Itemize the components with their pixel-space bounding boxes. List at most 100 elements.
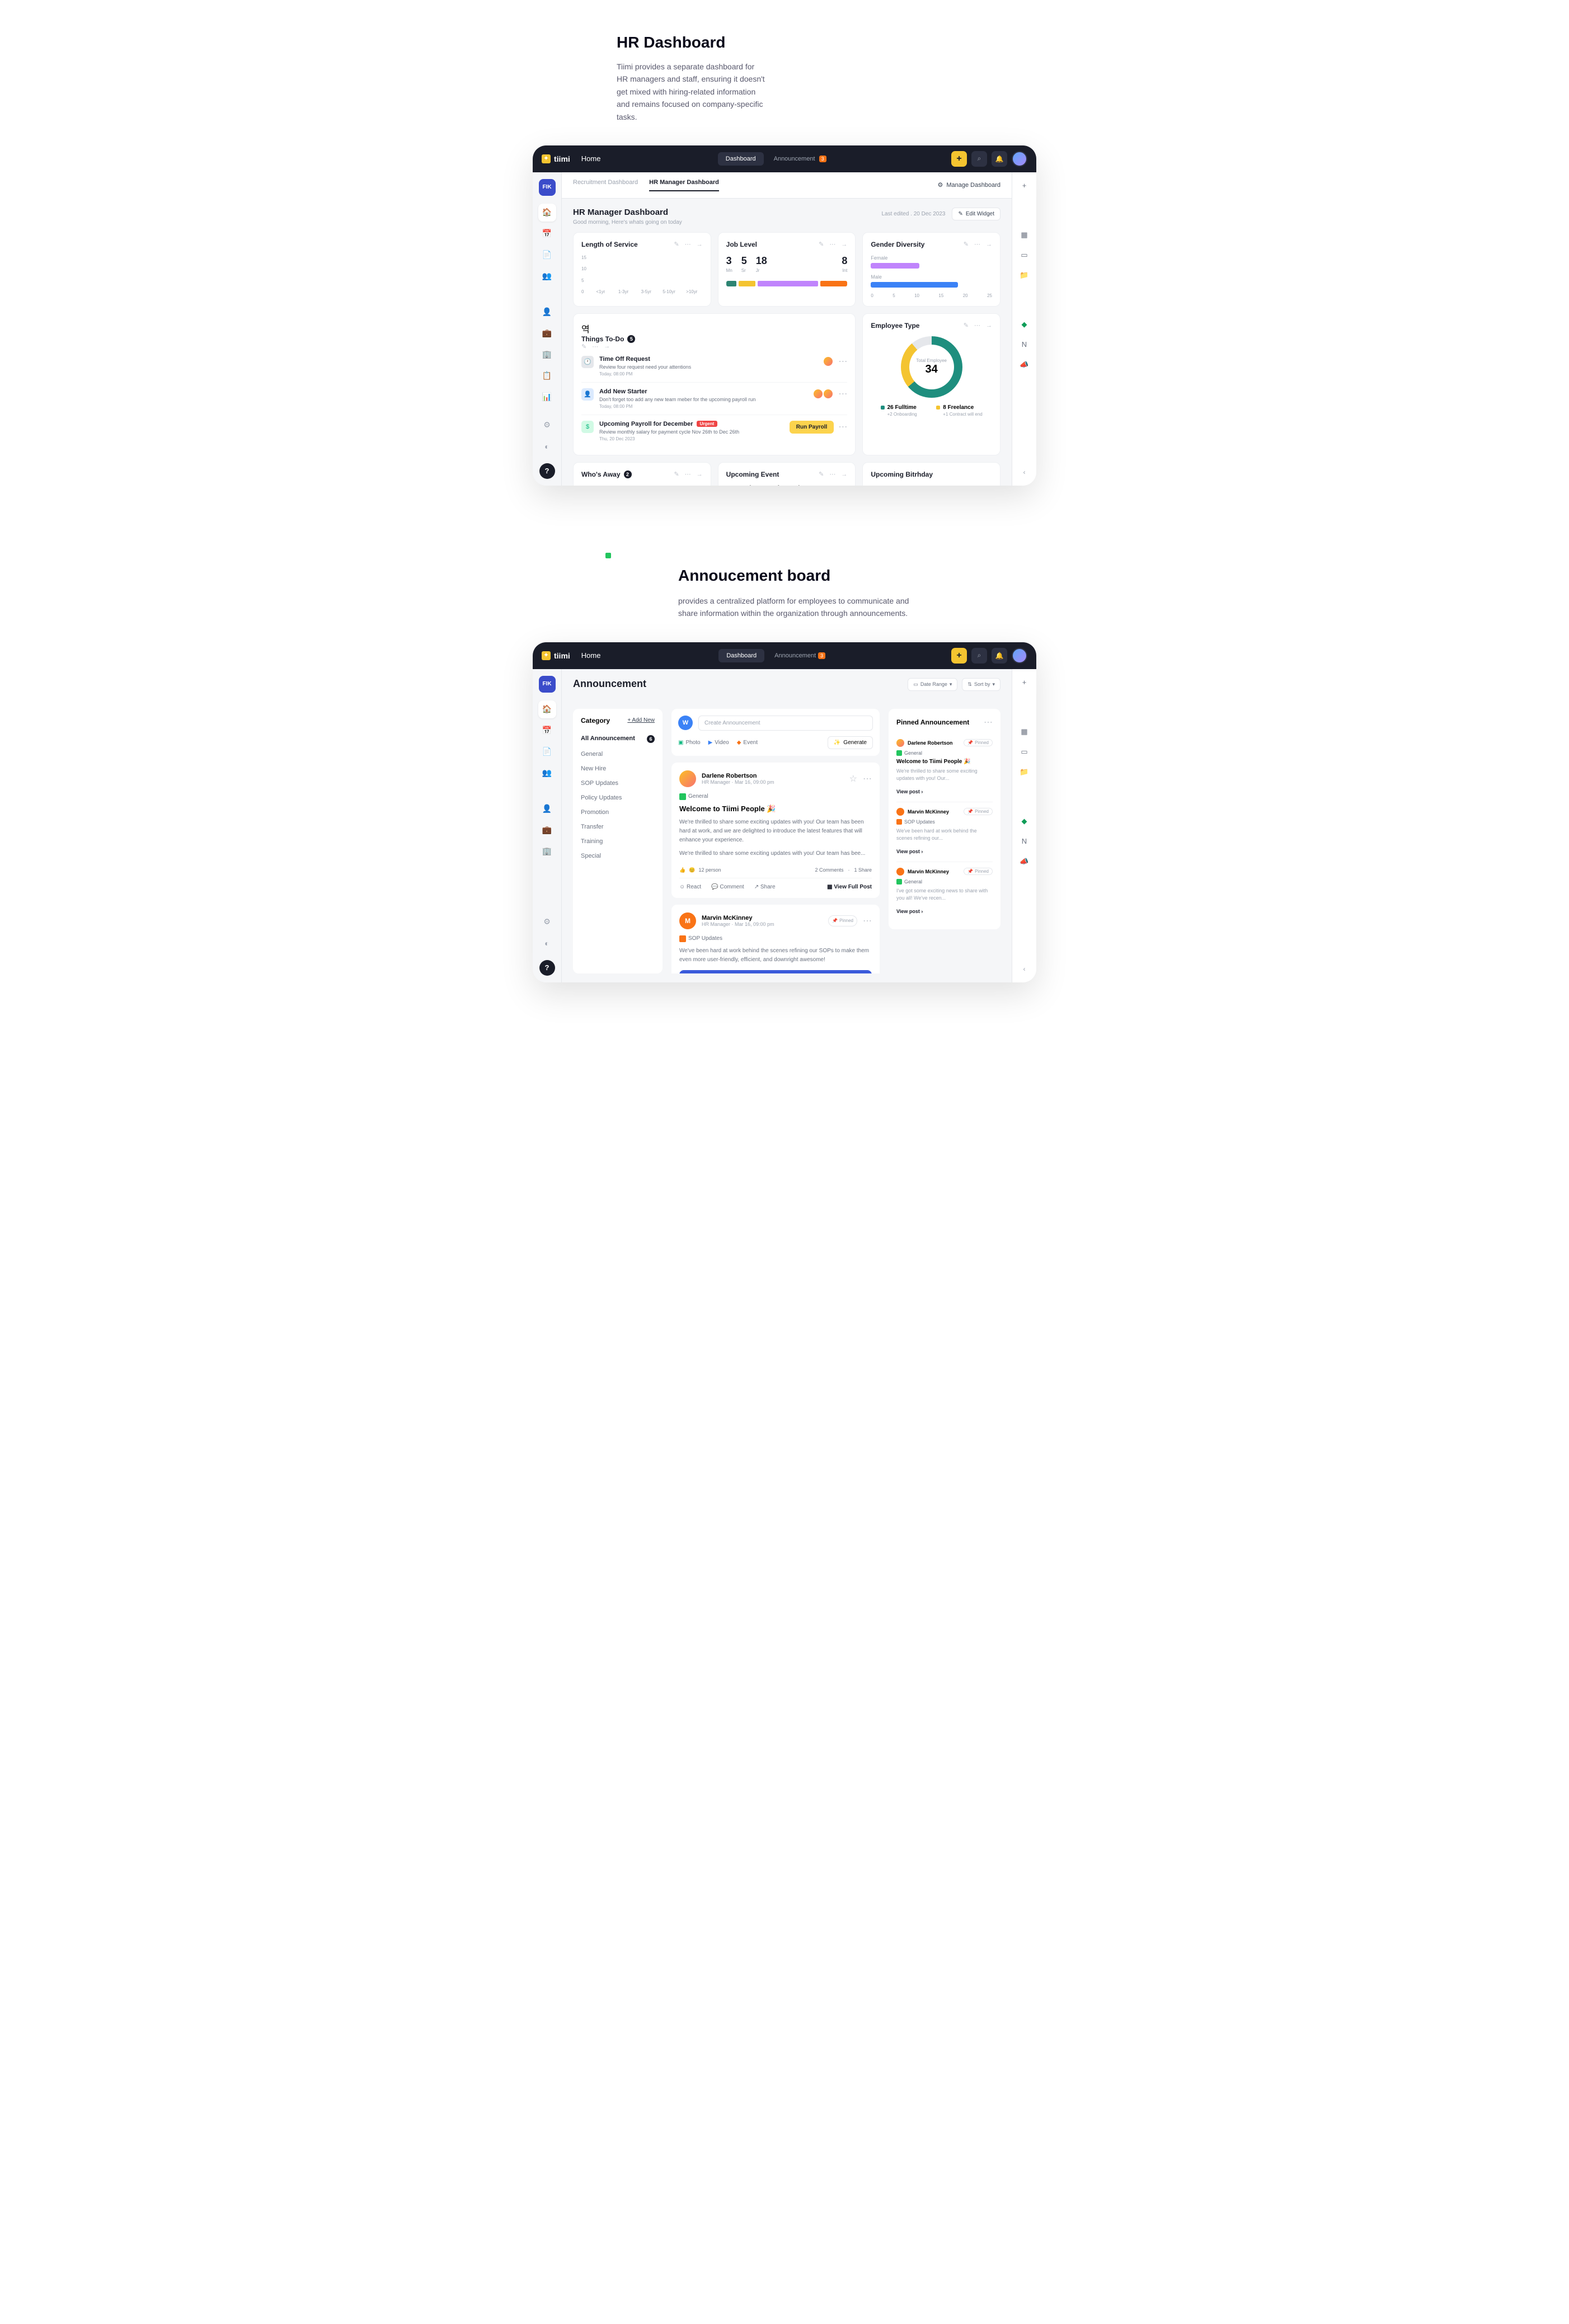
- folder-icon[interactable]: 📁: [1018, 765, 1031, 779]
- nav-briefcase-icon[interactable]: 💼: [538, 324, 556, 342]
- logo[interactable]: ✦tiimi: [542, 651, 570, 660]
- google-drive-icon[interactable]: ◆: [1018, 318, 1031, 331]
- more-icon[interactable]: ⋯: [974, 241, 980, 248]
- expand-icon[interactable]: →: [697, 471, 703, 478]
- add-panel-icon[interactable]: +: [1018, 179, 1031, 192]
- create-button[interactable]: +: [951, 151, 967, 167]
- manage-dashboard-button[interactable]: ⚙ Manage Dashboard: [938, 181, 1001, 189]
- edit-icon[interactable]: ✎: [674, 471, 679, 478]
- view-full-post-button[interactable]: ▦ View Full Post: [827, 884, 872, 890]
- edit-icon[interactable]: ✎: [964, 322, 969, 329]
- pinned-item[interactable]: Marvin McKinney📌 Pinned General I've got…: [896, 862, 993, 921]
- edit-icon[interactable]: ✎: [819, 241, 824, 248]
- todo-item[interactable]: $ Upcoming Payroll for December Urgent R…: [581, 415, 847, 447]
- logo[interactable]: ✦ tiimi: [542, 154, 570, 163]
- view-post-link[interactable]: View post ›: [896, 789, 923, 794]
- nav-org-icon[interactable]: 🏢: [538, 346, 556, 364]
- nav-files-icon[interactable]: 📄: [538, 743, 556, 761]
- category-item[interactable]: General: [581, 747, 655, 761]
- user-avatar[interactable]: [1012, 151, 1027, 167]
- pinned-item[interactable]: Darlene Robertson📌 Pinned General Welcom…: [896, 733, 993, 802]
- card-icon[interactable]: ▭: [1018, 248, 1031, 262]
- todo-item[interactable]: 👤 Add New Starter Don't forget too add a…: [581, 383, 847, 415]
- more-icon[interactable]: ⋯: [685, 471, 691, 478]
- create-button[interactable]: +: [951, 648, 967, 664]
- expand-icon[interactable]: →: [697, 241, 703, 248]
- category-item[interactable]: Policy Updates: [581, 791, 655, 805]
- search-icon[interactable]: ⌕: [971, 151, 987, 167]
- collapse-icon[interactable]: ‹: [1018, 962, 1031, 976]
- expand-icon[interactable]: →: [986, 322, 992, 329]
- nav-report-icon[interactable]: 📊: [538, 388, 556, 406]
- more-icon[interactable]: ⋯: [838, 421, 847, 432]
- edit-icon[interactable]: ✎: [964, 241, 969, 248]
- notion-icon[interactable]: N: [1018, 835, 1031, 848]
- edit-icon[interactable]: ✎: [674, 241, 679, 248]
- compose-input[interactable]: Create Announcement: [698, 716, 873, 731]
- more-icon[interactable]: ⋯: [974, 322, 980, 329]
- more-icon[interactable]: ⋯: [863, 773, 872, 784]
- nav-calendar-icon[interactable]: 📅: [538, 225, 556, 243]
- pinned-item[interactable]: Marvin McKinney📌 Pinned SOP Updates We'v…: [896, 802, 993, 862]
- photo-button[interactable]: ▣Photo: [678, 740, 701, 746]
- category-item[interactable]: Training: [581, 834, 655, 849]
- add-category-button[interactable]: + Add New: [627, 717, 655, 723]
- category-item[interactable]: Special: [581, 849, 655, 863]
- subtab-hr-manager[interactable]: HR Manager Dashboard: [649, 179, 719, 191]
- more-icon[interactable]: ⋯: [829, 241, 835, 248]
- expand-icon[interactable]: →: [841, 471, 847, 478]
- date-range-filter[interactable]: ▭Date Range▾: [908, 678, 957, 691]
- search-icon[interactable]: ⌕: [971, 648, 987, 664]
- google-drive-icon[interactable]: ◆: [1018, 815, 1031, 828]
- nav-briefcase-icon[interactable]: 💼: [538, 821, 556, 839]
- more-icon[interactable]: ⋯: [838, 388, 847, 399]
- nav-people-icon[interactable]: 👥: [538, 764, 556, 782]
- megaphone-icon[interactable]: 📣: [1018, 855, 1031, 868]
- category-item[interactable]: Promotion: [581, 805, 655, 820]
- notification-icon[interactable]: 🔔: [992, 648, 1007, 664]
- expand-icon[interactable]: →: [986, 241, 992, 248]
- event-item[interactable]: Dec 07 The Feast of St. Ambrose (Milan) …: [726, 485, 848, 486]
- nav-user-icon[interactable]: 👤: [538, 303, 556, 321]
- card-icon[interactable]: ▭: [1018, 745, 1031, 759]
- edit-widget-button[interactable]: ✎ Edit Widget: [952, 208, 1000, 220]
- nav-settings-icon[interactable]: ⚙: [538, 913, 556, 931]
- workspace-badge[interactable]: FIK: [539, 676, 556, 693]
- grid-icon[interactable]: ▦: [1018, 228, 1031, 242]
- folder-icon[interactable]: 📁: [1018, 269, 1031, 282]
- edit-icon[interactable]: ✎: [581, 343, 586, 350]
- nav-settings-icon[interactable]: ⚙: [538, 416, 556, 434]
- share-button[interactable]: ↗ Share: [754, 884, 776, 890]
- sort-by-filter[interactable]: ⇅Sort by▾: [962, 678, 1000, 691]
- nav-home-icon[interactable]: 🏠: [538, 204, 556, 222]
- star-icon[interactable]: ☆: [849, 773, 857, 784]
- more-icon[interactable]: ⋯: [838, 356, 847, 367]
- nav-home-icon[interactable]: 🏠: [538, 700, 556, 718]
- notion-icon[interactable]: N: [1018, 338, 1031, 351]
- nav-doc-icon[interactable]: 📋: [538, 367, 556, 385]
- notification-icon[interactable]: 🔔: [992, 151, 1007, 167]
- collapse-icon[interactable]: ‹: [1018, 465, 1031, 479]
- nav-calendar-icon[interactable]: 📅: [538, 722, 556, 740]
- home-link[interactable]: Home: [581, 154, 601, 163]
- nav-toggle-icon[interactable]: ◐: [538, 437, 556, 455]
- away-item[interactable]: Darlene Robertson Medical leave Monday 1…: [581, 485, 703, 486]
- tab-announcement[interactable]: Announcement 3: [766, 152, 834, 166]
- more-icon[interactable]: ⋯: [829, 471, 835, 478]
- grid-icon[interactable]: ▦: [1018, 725, 1031, 738]
- view-post-link[interactable]: View post ›: [896, 909, 923, 914]
- tab-announcement[interactable]: Announcement3: [767, 649, 833, 662]
- video-button[interactable]: ▶Video: [708, 740, 729, 746]
- todo-item[interactable]: 🕐 Time Off Request Review four request n…: [581, 350, 847, 383]
- more-icon[interactable]: ⋯: [685, 241, 691, 248]
- more-icon[interactable]: ⋯: [592, 343, 598, 350]
- react-button[interactable]: ☺ React: [679, 884, 701, 890]
- add-panel-icon[interactable]: +: [1018, 676, 1031, 689]
- category-all[interactable]: All Announcement 6: [581, 731, 655, 747]
- more-icon[interactable]: ⋯: [863, 915, 872, 926]
- expand-icon[interactable]: →: [841, 241, 847, 248]
- nav-toggle-icon[interactable]: ◐: [538, 934, 556, 952]
- nav-org-icon[interactable]: 🏢: [538, 843, 556, 860]
- nav-people-icon[interactable]: 👥: [538, 267, 556, 285]
- workspace-badge[interactable]: FIK: [539, 179, 556, 196]
